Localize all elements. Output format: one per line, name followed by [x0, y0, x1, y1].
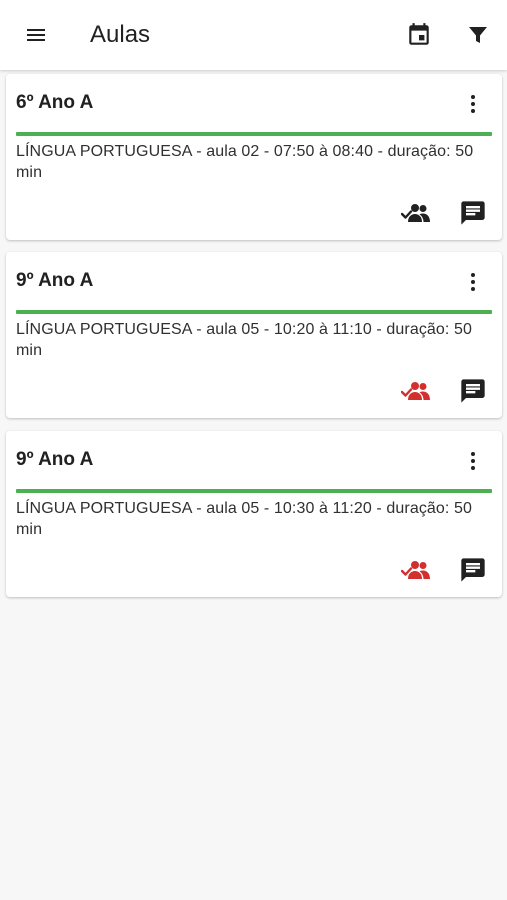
attendance-done-icon: [401, 202, 431, 224]
filter-button[interactable]: [461, 18, 495, 52]
lesson-description: LÍNGUA PORTUGUESA - aula 05 - 10:20 à 11…: [16, 321, 473, 359]
lesson-card[interactable]: 6º Ano A LÍNGUA PORTUGUESA - aula 02 - 0…: [6, 74, 502, 240]
lesson-description: LÍNGUA PORTUGUESA - aula 02 - 07:50 à 08…: [16, 143, 474, 181]
chat-icon: [459, 199, 487, 227]
more-options-button[interactable]: [460, 267, 486, 297]
comments-button[interactable]: [456, 376, 490, 406]
more-options-button[interactable]: [460, 446, 486, 476]
attendance-pending-icon: [401, 380, 431, 402]
calendar-icon: [406, 22, 432, 48]
more-vert-icon: [461, 449, 485, 473]
lesson-class-title: 9º Ano A: [16, 270, 94, 291]
lesson-card[interactable]: 9º Ano A LÍNGUA PORTUGUESA - aula 05 - 1…: [6, 252, 502, 418]
more-vert-icon: [461, 92, 485, 116]
lesson-status-bar: [16, 489, 492, 493]
attendance-button[interactable]: [398, 198, 434, 228]
page-title: Aulas: [90, 21, 151, 48]
comments-button[interactable]: [456, 555, 490, 585]
menu-icon: [24, 23, 48, 47]
lesson-card[interactable]: 9º Ano A LÍNGUA PORTUGUESA - aula 05 - 1…: [6, 431, 502, 597]
chat-icon: [459, 377, 487, 405]
app-bar: Aulas: [0, 0, 507, 70]
lesson-class-title: 9º Ano A: [16, 449, 94, 470]
calendar-button[interactable]: [402, 18, 436, 52]
comments-button[interactable]: [456, 198, 490, 228]
more-options-button[interactable]: [460, 89, 486, 119]
lesson-status-bar: [16, 132, 492, 136]
filter-icon: [466, 23, 490, 47]
menu-button[interactable]: [19, 18, 53, 52]
more-vert-icon: [461, 270, 485, 294]
lesson-status-bar: [16, 310, 492, 314]
lesson-description: LÍNGUA PORTUGUESA - aula 05 - 10:30 à 11…: [16, 500, 473, 538]
attendance-pending-icon: [401, 559, 431, 581]
attendance-button[interactable]: [398, 555, 434, 585]
attendance-button[interactable]: [398, 376, 434, 406]
chat-icon: [459, 556, 487, 584]
lesson-class-title: 6º Ano A: [16, 92, 94, 113]
